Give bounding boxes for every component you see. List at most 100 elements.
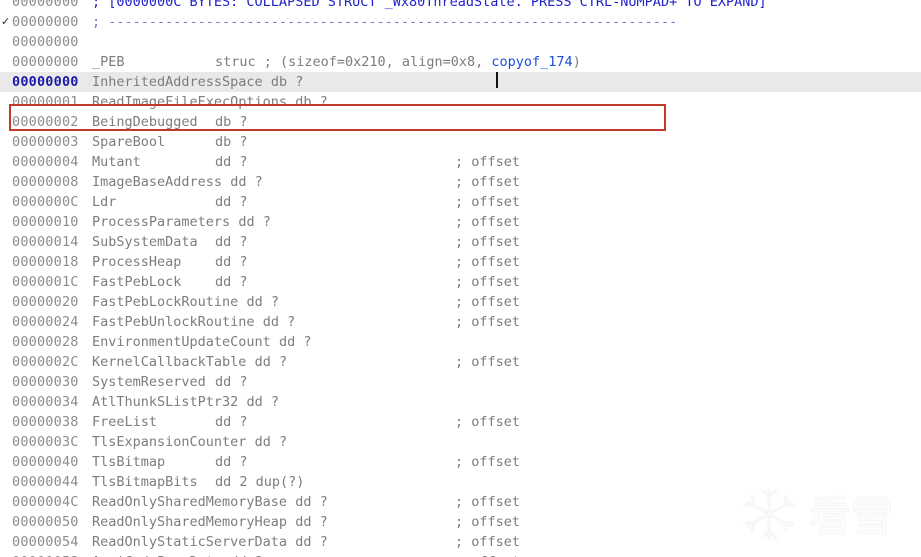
field-name[interactable]: InheritedAddressSpace <box>92 72 263 92</box>
code-line[interactable]: 00000002 BeingDebugged db ? <box>0 112 921 132</box>
code-line[interactable]: ✓ 00000000; -----------------------------… <box>0 12 921 32</box>
code-line[interactable]: 00000038 FreeList dd ? ; offset <box>0 412 921 432</box>
line-address: 00000054 <box>12 534 79 550</box>
field-type: dd ? <box>215 454 248 470</box>
code-line[interactable]: 00000024 FastPebUnlockRoutine dd ? ; offset <box>0 312 921 332</box>
field-type: dd ? <box>230 552 263 557</box>
field-name[interactable]: TlsBitmap <box>92 452 165 472</box>
line-address: 0000001C <box>12 274 79 290</box>
code-line[interactable]: 0000003C TlsExpansionCounter dd ? <box>0 432 921 452</box>
line-address: 00000001 <box>12 94 79 110</box>
field-name[interactable]: BeingDebugged <box>92 112 198 132</box>
field-comment: ; offset <box>455 154 521 170</box>
code-line[interactable]: 00000010 ProcessParameters dd ? ; offset <box>0 212 921 232</box>
line-address: 00000030 <box>12 374 79 390</box>
field-name[interactable]: ReadOnlyStaticServerData <box>92 532 287 552</box>
field-comment: ; offset <box>455 314 521 330</box>
field-comment: ; offset <box>455 274 521 290</box>
line-address: 00000044 <box>12 474 79 490</box>
code-line[interactable]: 00000000 ; [0000000C BYTES: COLLAPSED STR… <box>0 0 921 12</box>
field-name[interactable]: FastPebUnlockRoutine <box>92 312 255 332</box>
line-address: 00000018 <box>12 254 79 270</box>
field-name[interactable]: ProcessParameters <box>92 212 230 232</box>
code-line[interactable]: 00000000 _PEB struc ; (sizeof=0x210, align… <box>0 52 921 72</box>
code-line[interactable]: 00000054 ReadOnlyStaticServerData dd ? ; of… <box>0 532 921 552</box>
field-name[interactable]: FreeList <box>92 412 157 432</box>
code-line[interactable]: 00000003 SpareBool db ? <box>0 132 921 152</box>
line-address: 00000024 <box>12 314 79 330</box>
code-line[interactable]: 00000000 <box>0 32 921 52</box>
field-type: dd ? <box>215 274 248 290</box>
field-name[interactable]: SubSystemData <box>92 232 198 252</box>
field-name[interactable]: ProcessHeap <box>92 252 181 272</box>
field-name[interactable]: KernelCallbackTable <box>92 352 246 372</box>
disassembly-structures-view[interactable]: 00000000 ; [0000000C BYTES: COLLAPSED STR… <box>0 0 921 557</box>
line-address: 00000003 <box>12 134 79 150</box>
code-line[interactable]: 00000040 TlsBitmap dd ? ; offset <box>0 452 921 472</box>
line-comment: ; [0000000C BYTES: COLLAPSED STRUCT _Wx8… <box>92 0 767 10</box>
code-line[interactable]: 00000004 Mutant dd ? ; offset <box>0 152 921 172</box>
code-line[interactable]: 00000014 SubSystemData dd ? ; offset <box>0 232 921 252</box>
line-address: 00000028 <box>12 334 79 350</box>
field-comment: ; offset <box>455 194 521 210</box>
field-comment: ; offset <box>455 214 521 230</box>
line-address: 00000000 <box>12 0 79 10</box>
field-name[interactable]: Ldr <box>92 192 116 212</box>
field-type: db ? <box>215 134 248 150</box>
field-name[interactable]: FastPebLock <box>92 272 181 292</box>
field-type: dd ? <box>238 214 271 230</box>
code-line-current[interactable]: 00000000 InheritedAddressSpace db ? <box>0 72 921 92</box>
code-line[interactable]: 00000020 FastPebLockRoutine dd ? ; offset <box>0 292 921 312</box>
code-line[interactable]: 0000004C ReadOnlySharedMemoryBase dd ? ; of… <box>0 492 921 512</box>
field-name[interactable]: SpareBool <box>92 132 165 152</box>
field-type: db ? <box>270 74 304 90</box>
code-line[interactable]: 00000050 ReadOnlySharedMemoryHeap dd ? ; of… <box>0 512 921 532</box>
field-type: dd ? <box>230 174 263 190</box>
field-name[interactable]: AtlThunkSListPtr32 <box>92 392 238 412</box>
field-name[interactable]: AnsiCodePageData <box>92 552 222 557</box>
field-type: dd ? <box>254 354 288 370</box>
code-line[interactable]: 0000001C FastPebLock dd ? ; offset <box>0 272 921 292</box>
field-comment: ; offset <box>455 414 521 430</box>
text-caret <box>496 72 498 88</box>
field-name[interactable]: ReadOnlySharedMemoryBase <box>92 492 287 512</box>
line-address: 00000004 <box>12 154 79 170</box>
code-line[interactable]: 00000028 EnvironmentUpdateCount dd ? <box>0 332 921 352</box>
code-line[interactable]: 00000001 ReadImageFileExecOptions db ? <box>0 92 921 112</box>
field-type: dd ? <box>278 334 312 350</box>
field-type: dd ? <box>215 414 248 430</box>
struct-name: _PEB <box>92 54 125 70</box>
field-name[interactable]: Mutant <box>92 152 141 172</box>
code-line[interactable]: 00000044 TlsBitmapBits dd 2 dup(?) <box>0 472 921 492</box>
line-address: 00000010 <box>12 214 79 230</box>
field-type: dd ? <box>215 254 248 270</box>
field-name[interactable]: ReadImageFileExecOptions <box>92 92 287 112</box>
field-comment: ; offset <box>455 534 521 550</box>
line-address: 0000000C <box>12 194 79 210</box>
struct-copyof-link[interactable]: copyof_174 <box>491 52 572 72</box>
field-name[interactable]: SystemReserved <box>92 372 206 392</box>
field-type: dd ? <box>246 394 279 410</box>
line-address: 00000034 <box>12 394 79 410</box>
field-type: db ? <box>215 114 248 130</box>
line-address: 00000038 <box>12 414 79 430</box>
code-line[interactable]: 00000008 ImageBaseAddress dd ? ; offset <box>0 172 921 192</box>
code-line[interactable]: 0000002C KernelCallbackTable dd ? ; offset <box>0 352 921 372</box>
code-line[interactable]: 00000058 AnsiCodePageData dd ? ; offset <box>0 552 921 557</box>
code-line[interactable]: 0000000C Ldr dd ? ; offset <box>0 192 921 212</box>
struct-decl: struc ; (sizeof=0x210, align=0x8, <box>215 54 492 70</box>
field-comment: ; offset <box>455 454 521 470</box>
field-comment: ; offset <box>455 354 521 370</box>
field-name[interactable]: EnvironmentUpdateCount <box>92 332 271 352</box>
line-address: 00000040 <box>12 454 79 470</box>
code-line[interactable]: 00000034 AtlThunkSListPtr32 dd ? <box>0 392 921 412</box>
line-address: 00000000 <box>12 74 79 90</box>
code-line[interactable]: 00000018 ProcessHeap dd ? ; offset <box>0 252 921 272</box>
field-name[interactable]: TlsExpansionCounter <box>92 432 246 452</box>
line-address: 00000058 <box>12 552 79 557</box>
field-name[interactable]: TlsBitmapBits <box>92 472 198 492</box>
field-name[interactable]: ImageBaseAddress <box>92 172 222 192</box>
field-name[interactable]: FastPebLockRoutine <box>92 292 238 312</box>
field-name[interactable]: ReadOnlySharedMemoryHeap <box>92 512 287 532</box>
code-line[interactable]: 00000030 SystemReserved dd ? <box>0 372 921 392</box>
